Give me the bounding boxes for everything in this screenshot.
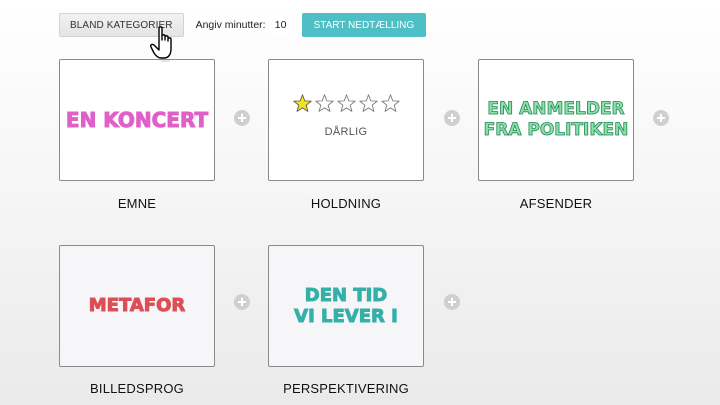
add-plus-icon[interactable]	[234, 110, 250, 126]
label-billedsprog: BILLEDSPROG	[90, 381, 184, 396]
perspektivering-value-line2: VI LEVER I	[294, 306, 399, 328]
star-icon[interactable]	[314, 93, 335, 114]
label-perspektivering: PERSPEKTIVERING	[283, 381, 409, 396]
perspektivering-value-line1: DEN TID	[304, 285, 388, 307]
rating-text: DÅRLIG	[324, 125, 368, 138]
add-plus-icon[interactable]	[234, 294, 250, 310]
add-plus-icon[interactable]	[444, 294, 460, 310]
afsender-value-line2: FRA POLITIKEN	[483, 120, 629, 141]
card-afsender[interactable]: EN ANMELDER FRA POLITIKEN	[478, 59, 634, 181]
start-countdown-button[interactable]: START NEDTÆLLING	[301, 13, 427, 37]
star-icon[interactable]	[358, 93, 379, 114]
card-holdning[interactable]: DÅRLIG	[268, 59, 424, 181]
star-rating[interactable]	[292, 93, 401, 114]
label-emne: EMNE	[117, 196, 157, 211]
label-afsender: AFSENDER	[519, 196, 593, 211]
card-billedsprog[interactable]: METAFOR	[59, 245, 215, 367]
label-holdning: HOLDNING	[310, 196, 382, 211]
emne-value: EN KONCERT	[65, 108, 209, 132]
billedsprog-value: METAFOR	[88, 295, 186, 317]
minutes-label: Angiv minutter:	[195, 19, 266, 31]
add-plus-icon[interactable]	[444, 110, 460, 126]
card-perspektivering[interactable]: DEN TID VI LEVER I	[268, 245, 424, 367]
star-icon[interactable]	[336, 93, 357, 114]
toolbar: BLAND KATEGORIER Angiv minutter: START N…	[59, 13, 427, 37]
afsender-value-line1: EN ANMELDER	[487, 99, 625, 120]
star-icon[interactable]	[380, 93, 401, 114]
add-plus-icon[interactable]	[653, 110, 669, 126]
minutes-input[interactable]	[269, 15, 292, 35]
hand-pointer-icon	[150, 26, 172, 62]
card-emne[interactable]: EN KONCERT	[59, 59, 215, 181]
star-icon[interactable]	[292, 93, 313, 114]
